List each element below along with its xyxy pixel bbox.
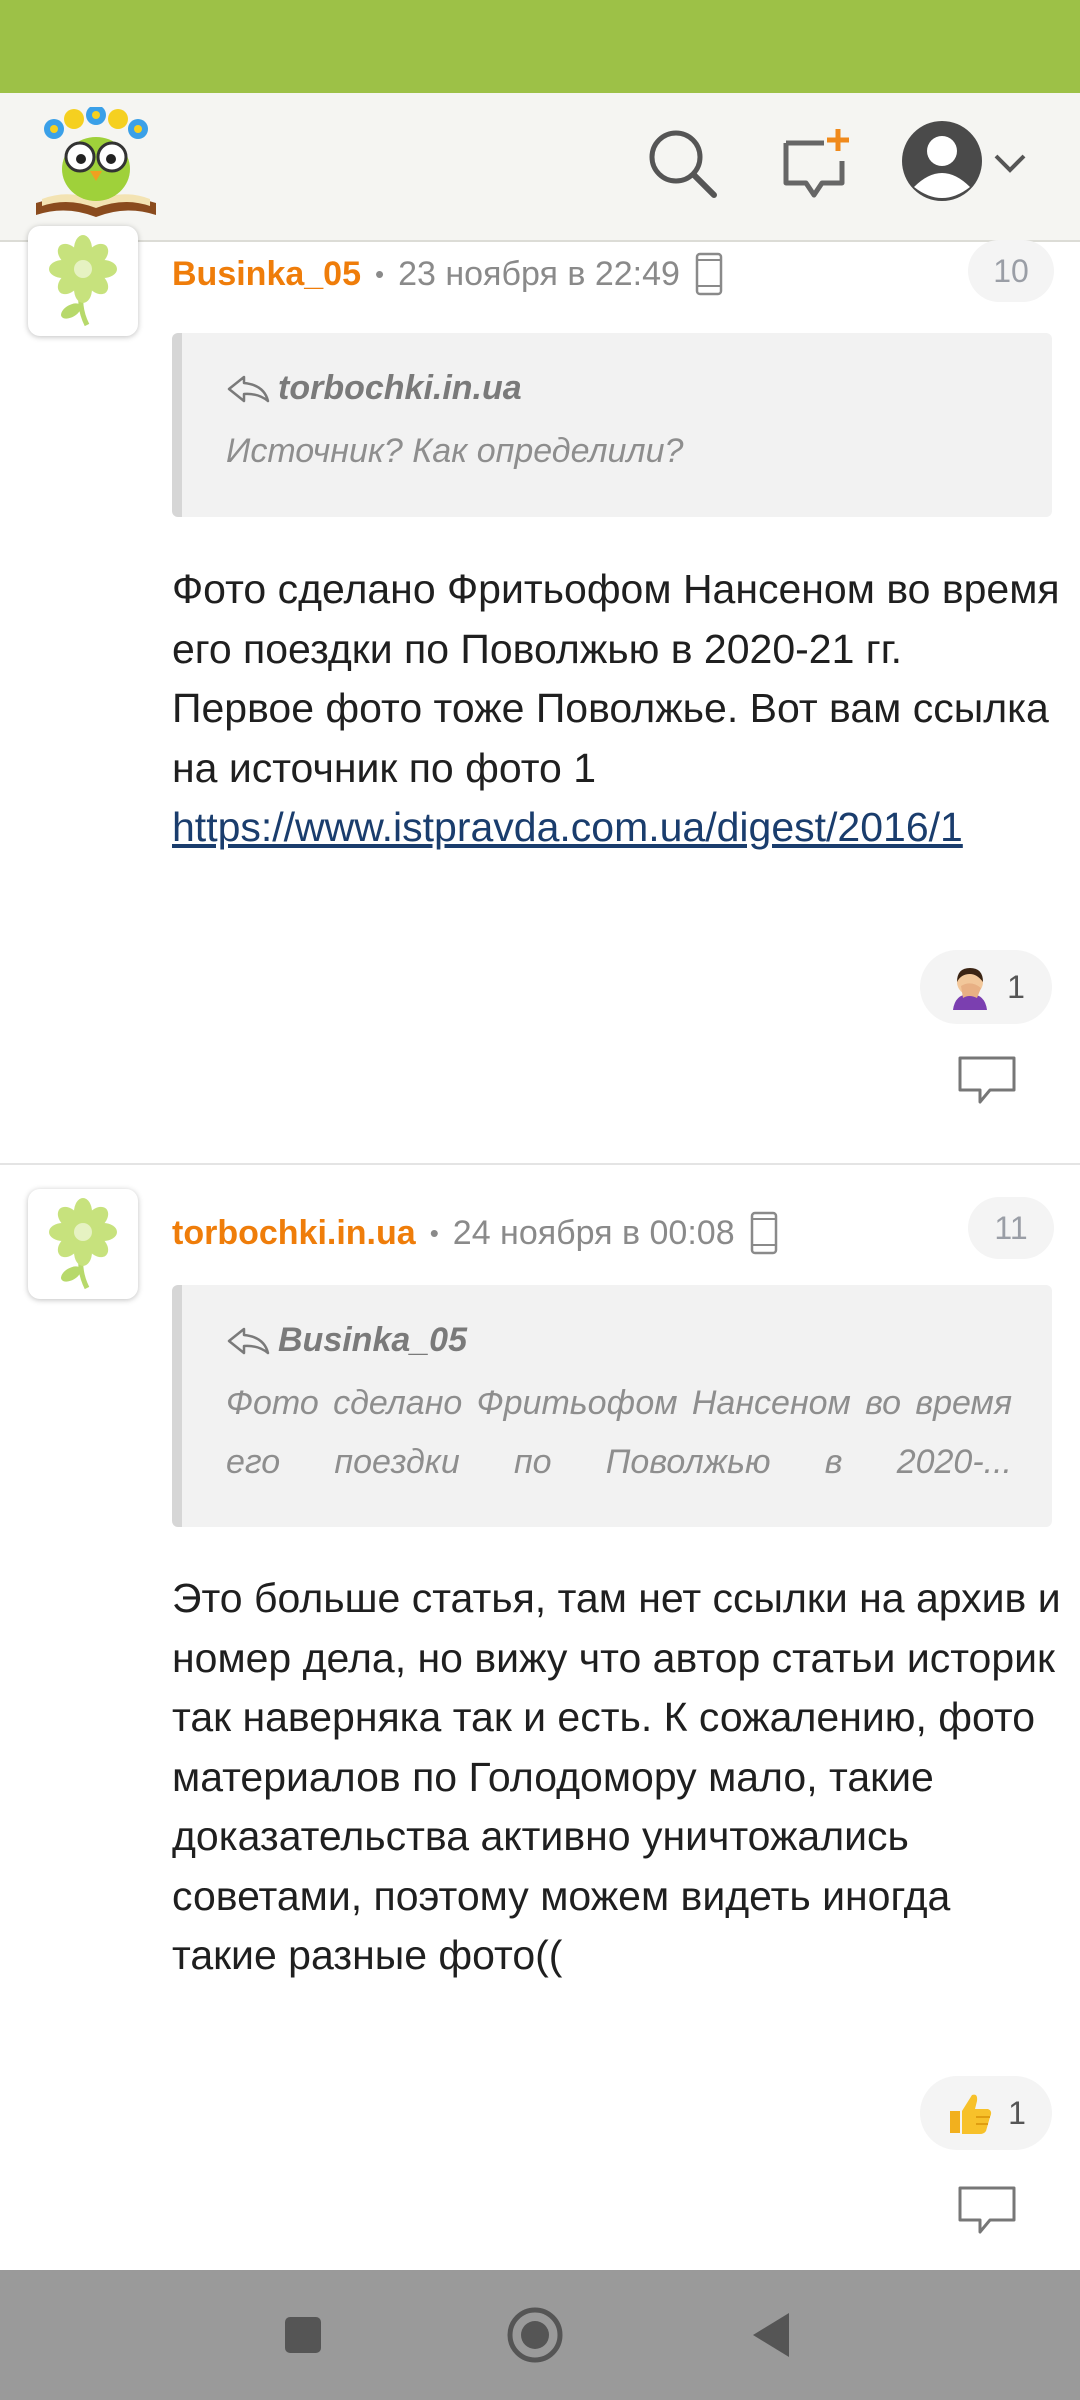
comment-date: 23 ноября в 22:49	[398, 254, 680, 293]
quote-block[interactable]: torbochki.in.ua Источник? Как определили…	[172, 333, 1052, 517]
quote-author: Businka_05	[278, 1321, 467, 1359]
comment-paragraph: Первое фото тоже Поволжье. Вот вам ссылк…	[172, 685, 1049, 791]
comment-date: 24 ноября в 00:08	[452, 1213, 735, 1252]
reaction-badge[interactable]: 1	[920, 950, 1052, 1024]
reply-bubble-icon[interactable]	[952, 2181, 1022, 2241]
reply-arrow-icon	[227, 375, 270, 402]
reply-arrow-icon	[227, 1327, 270, 1354]
quote-text: Фото сделано Фритьофом Нансеном во время…	[226, 1384, 1012, 1481]
comment-author[interactable]: Businka_05	[172, 255, 361, 294]
reaction-badge[interactable]: 1	[920, 2076, 1052, 2150]
owl-logo-icon[interactable]	[32, 105, 160, 219]
reaction-count: 1	[1007, 968, 1025, 1005]
chevron-down-icon[interactable]	[990, 145, 1030, 181]
search-icon[interactable]	[642, 123, 722, 203]
comment-author[interactable]: torbochki.in.ua	[172, 1214, 416, 1253]
mobile-device-icon	[694, 252, 724, 296]
comment-paragraph: Фото сделано Фритьофом Нансеном во время…	[172, 566, 1060, 672]
comment-item: torbochki.in.ua • 24 ноября в 00:08 11 B…	[0, 1163, 1080, 2234]
quote-author: torbochki.in.ua	[278, 369, 522, 407]
home-icon[interactable]	[500, 2305, 570, 2365]
user-avatar-icon[interactable]	[900, 119, 984, 203]
quote-author-row: torbochki.in.ua	[226, 369, 1012, 408]
mobile-device-icon	[749, 1211, 779, 1255]
comment-body: Это больше статья, там нет ссылки на арх…	[172, 1575, 1061, 1978]
comment-avatar[interactable]	[28, 226, 138, 336]
facepalm-emoji-icon	[953, 968, 988, 1010]
comment-avatar[interactable]	[28, 1189, 138, 1299]
comment-number[interactable]: 10	[968, 240, 1054, 302]
separator-dot: •	[375, 258, 385, 289]
comment-meta: torbochki.in.ua • 24 ноября в 00:08	[172, 1211, 779, 1255]
thumbs-up-emoji-icon	[950, 2094, 992, 2134]
quote-text: Источник? Как определили?	[226, 432, 684, 470]
reply-bubble-icon[interactable]	[952, 1051, 1022, 1111]
source-link[interactable]: https://www.istpravda.com.ua/digest/2016…	[172, 798, 1072, 858]
recent-apps-icon[interactable]	[268, 2305, 338, 2365]
quote-block[interactable]: Businka_05 Фото сделано Фритьофом Нансен…	[172, 1285, 1052, 1527]
reaction-count: 1	[1008, 2094, 1026, 2131]
new-message-icon[interactable]	[772, 121, 858, 207]
comment-meta: Businka_05 • 23 ноября в 22:49	[172, 252, 724, 296]
comment-body: Фото сделано Фритьофом Нансеном во время…	[172, 560, 1062, 858]
app-header	[0, 93, 1080, 242]
back-icon[interactable]	[736, 2305, 806, 2365]
quote-author-row: Businka_05	[226, 1321, 1012, 1360]
system-nav-bar	[0, 2270, 1080, 2400]
separator-dot: •	[429, 1217, 439, 1248]
status-bar	[0, 0, 1080, 93]
comment-number[interactable]: 11	[968, 1197, 1054, 1259]
